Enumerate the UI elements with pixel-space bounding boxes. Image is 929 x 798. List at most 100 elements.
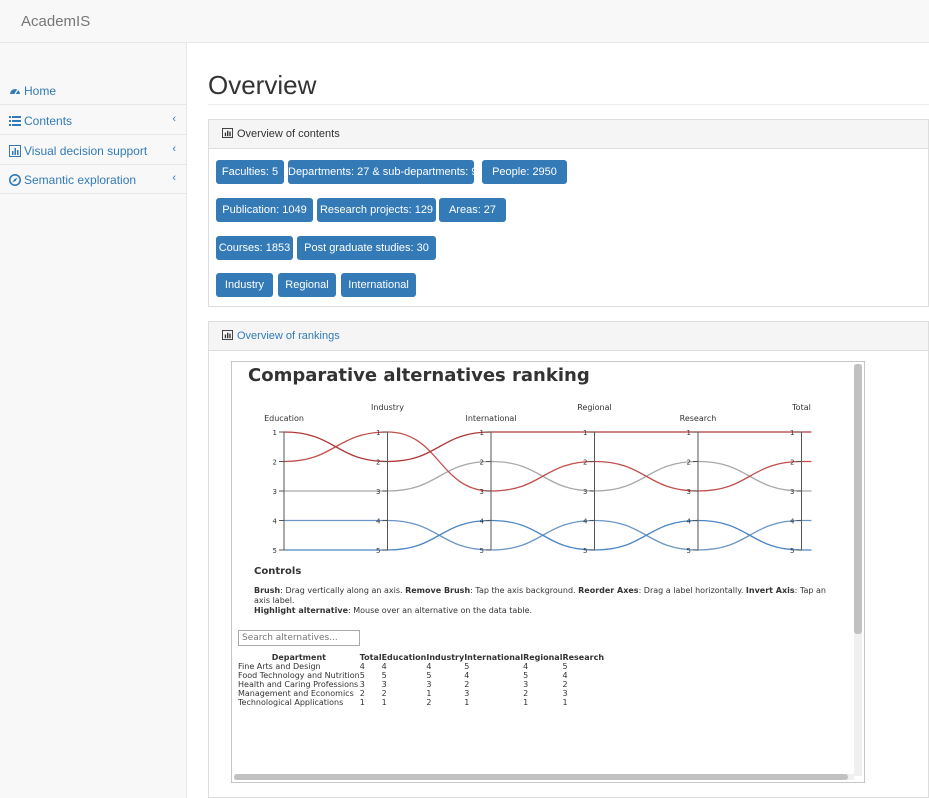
title-divider (208, 104, 929, 105)
table-cell: 4 (523, 662, 529, 671)
tick-label: 3 (273, 488, 277, 496)
horizontal-scrollbar[interactable] (234, 774, 854, 780)
chevron-left-icon: ‹ (172, 143, 176, 155)
table-row[interactable]: Management and Economics 2 2 1 3 2 3 (238, 689, 604, 698)
table-cell: 4 (562, 671, 568, 680)
table-cell: Fine Arts and Design (238, 662, 321, 671)
publication-button[interactable]: Publication: 1049 (216, 198, 313, 222)
tick-label: 1 (790, 429, 794, 437)
remove-brush-label: Remove Brush (405, 586, 471, 595)
axis-label[interactable]: Total (791, 403, 811, 412)
controls-help: Brush: Drag vertically along an axis. Re… (254, 586, 834, 616)
table-header-cell[interactable]: Total (360, 653, 382, 662)
areas-button[interactable]: Areas: 27 (439, 198, 506, 222)
axis-label[interactable]: Education (264, 414, 304, 423)
series-line[interactable] (283, 460, 812, 492)
table-header-cell[interactable]: Department (238, 653, 360, 662)
table-row[interactable]: Fine Arts and Design 4 4 4 5 4 5 (238, 662, 604, 671)
page-title: Overview (208, 70, 317, 100)
table-row[interactable]: Health and Caring Professions 3 3 3 2 3 2 (238, 680, 604, 689)
research-projects-button[interactable]: Research projects: 129 (317, 198, 436, 222)
international-button[interactable]: International (341, 273, 416, 297)
sidebar-item-label: Home (24, 84, 57, 98)
overview-rankings-panel: Overview of rankings Comparative alterna… (208, 321, 929, 798)
table-cell: 1 (426, 689, 432, 698)
tick-label: 4 (790, 518, 795, 526)
dashboard-icon (10, 89, 20, 95)
remove-brush-text: : Tap the axis background. (470, 586, 579, 595)
brush-text: : Drag vertically along an axis. (280, 586, 406, 595)
controls-heading: Controls (254, 566, 302, 577)
post-graduate-studies-button[interactable]: Post graduate studies: 30 (297, 236, 436, 260)
tick-label: 4 (273, 518, 278, 526)
rankings-link[interactable]: Overview of rankings (237, 330, 340, 342)
table-cell: Management and Economics (238, 689, 354, 698)
chevron-left-icon: ‹ (172, 172, 176, 184)
courses-button[interactable]: Courses: 1853 (216, 236, 293, 260)
table-row[interactable]: Food Technology and Nutrition 5 5 5 4 5 4 (238, 671, 604, 680)
table-header-cell[interactable]: Education (382, 653, 427, 662)
faculties-button[interactable]: Faculties: 5 (216, 160, 284, 184)
people-button[interactable]: People: 2950 (482, 160, 567, 184)
panel-header-label: Overview of contents (237, 128, 340, 140)
scrollbar-thumb[interactable] (234, 774, 848, 780)
table-cell: 5 (523, 671, 529, 680)
table-header-cell[interactable]: Research (562, 653, 604, 662)
tick-label: 3 (480, 488, 484, 496)
vertical-scrollbar[interactable] (854, 364, 862, 776)
tick-label: 4 (376, 518, 381, 526)
table-header-cell[interactable]: Regional (523, 653, 562, 662)
axis-label[interactable]: Industry (371, 403, 404, 412)
table-header-cell[interactable]: Industry (426, 653, 464, 662)
axis-label[interactable]: Regional (577, 403, 612, 412)
highlight-label: Highlight alternative (254, 606, 349, 615)
tick-label: 2 (376, 459, 380, 467)
table-cell: 3 (381, 680, 387, 689)
tick-label: 2 (790, 459, 794, 467)
table-cell: 5 (359, 671, 365, 680)
parallel-coordinates-chart[interactable]: 1 2 3 4 5 Education 1 2 3 4 5 Industry 1 2 3 4 5 Internat… (232, 392, 832, 592)
table-cell: 3 (562, 689, 568, 698)
table-cell: 1 (359, 698, 365, 707)
tick-label: 3 (790, 488, 794, 496)
series-line[interactable] (283, 519, 812, 551)
reorder-axes-label: Reorder Axes (578, 586, 639, 595)
sidebar-item-home[interactable]: Home (0, 76, 187, 105)
table-cell: 2 (523, 689, 529, 698)
table-cell: 3 (359, 680, 365, 689)
tick-label: 4 (583, 518, 588, 526)
table-cell: 2 (464, 680, 470, 689)
table-row[interactable]: Technological Applications 1 1 2 1 1 1 (238, 698, 604, 707)
tick-label: 2 (480, 459, 484, 467)
scrollbar-thumb[interactable] (854, 364, 862, 634)
sidebar-item-semantic-exploration[interactable]: Semantic exploration ‹ (0, 165, 187, 194)
sidebar-item-contents[interactable]: Contents ‹ (0, 106, 187, 135)
compass-icon (9, 174, 21, 186)
tick-label: 5 (790, 547, 794, 555)
sidebar-item-visual-decision-support[interactable]: Visual decision support ‹ (0, 136, 187, 165)
regional-button[interactable]: Regional (278, 273, 336, 297)
search-alternatives-input[interactable] (238, 630, 360, 646)
tick-label: 1 (583, 429, 587, 437)
tick-label: 4 (687, 518, 692, 526)
table-cell: 3 (464, 689, 470, 698)
table-cell: 1 (523, 698, 529, 707)
chart-icon (222, 128, 233, 138)
series-line[interactable] (283, 431, 812, 463)
brand-logo[interactable]: AcademIS (21, 13, 90, 30)
table-cell: 1 (464, 698, 470, 707)
series-line[interactable] (283, 431, 812, 492)
industry-button[interactable]: Industry (216, 273, 273, 297)
alternatives-table: Department Total Education Industry Internat… (238, 653, 604, 707)
departments-button[interactable]: Departments: 27 & sub-departments: 9 (288, 160, 478, 184)
tick-label: 1 (376, 429, 380, 437)
table-cell: 3 (523, 680, 529, 689)
axis-label[interactable]: International (465, 414, 516, 423)
series-line[interactable] (283, 519, 812, 551)
table-header-cell[interactable]: International (464, 653, 523, 662)
table-cell: 1 (562, 698, 568, 707)
table-cell: Food Technology and Nutrition (238, 671, 360, 680)
overview-contents-panel: Overview of contents Faculties: 5 Depart… (208, 119, 929, 307)
axis-label[interactable]: Research (680, 414, 717, 423)
tick-label: 2 (273, 459, 277, 467)
